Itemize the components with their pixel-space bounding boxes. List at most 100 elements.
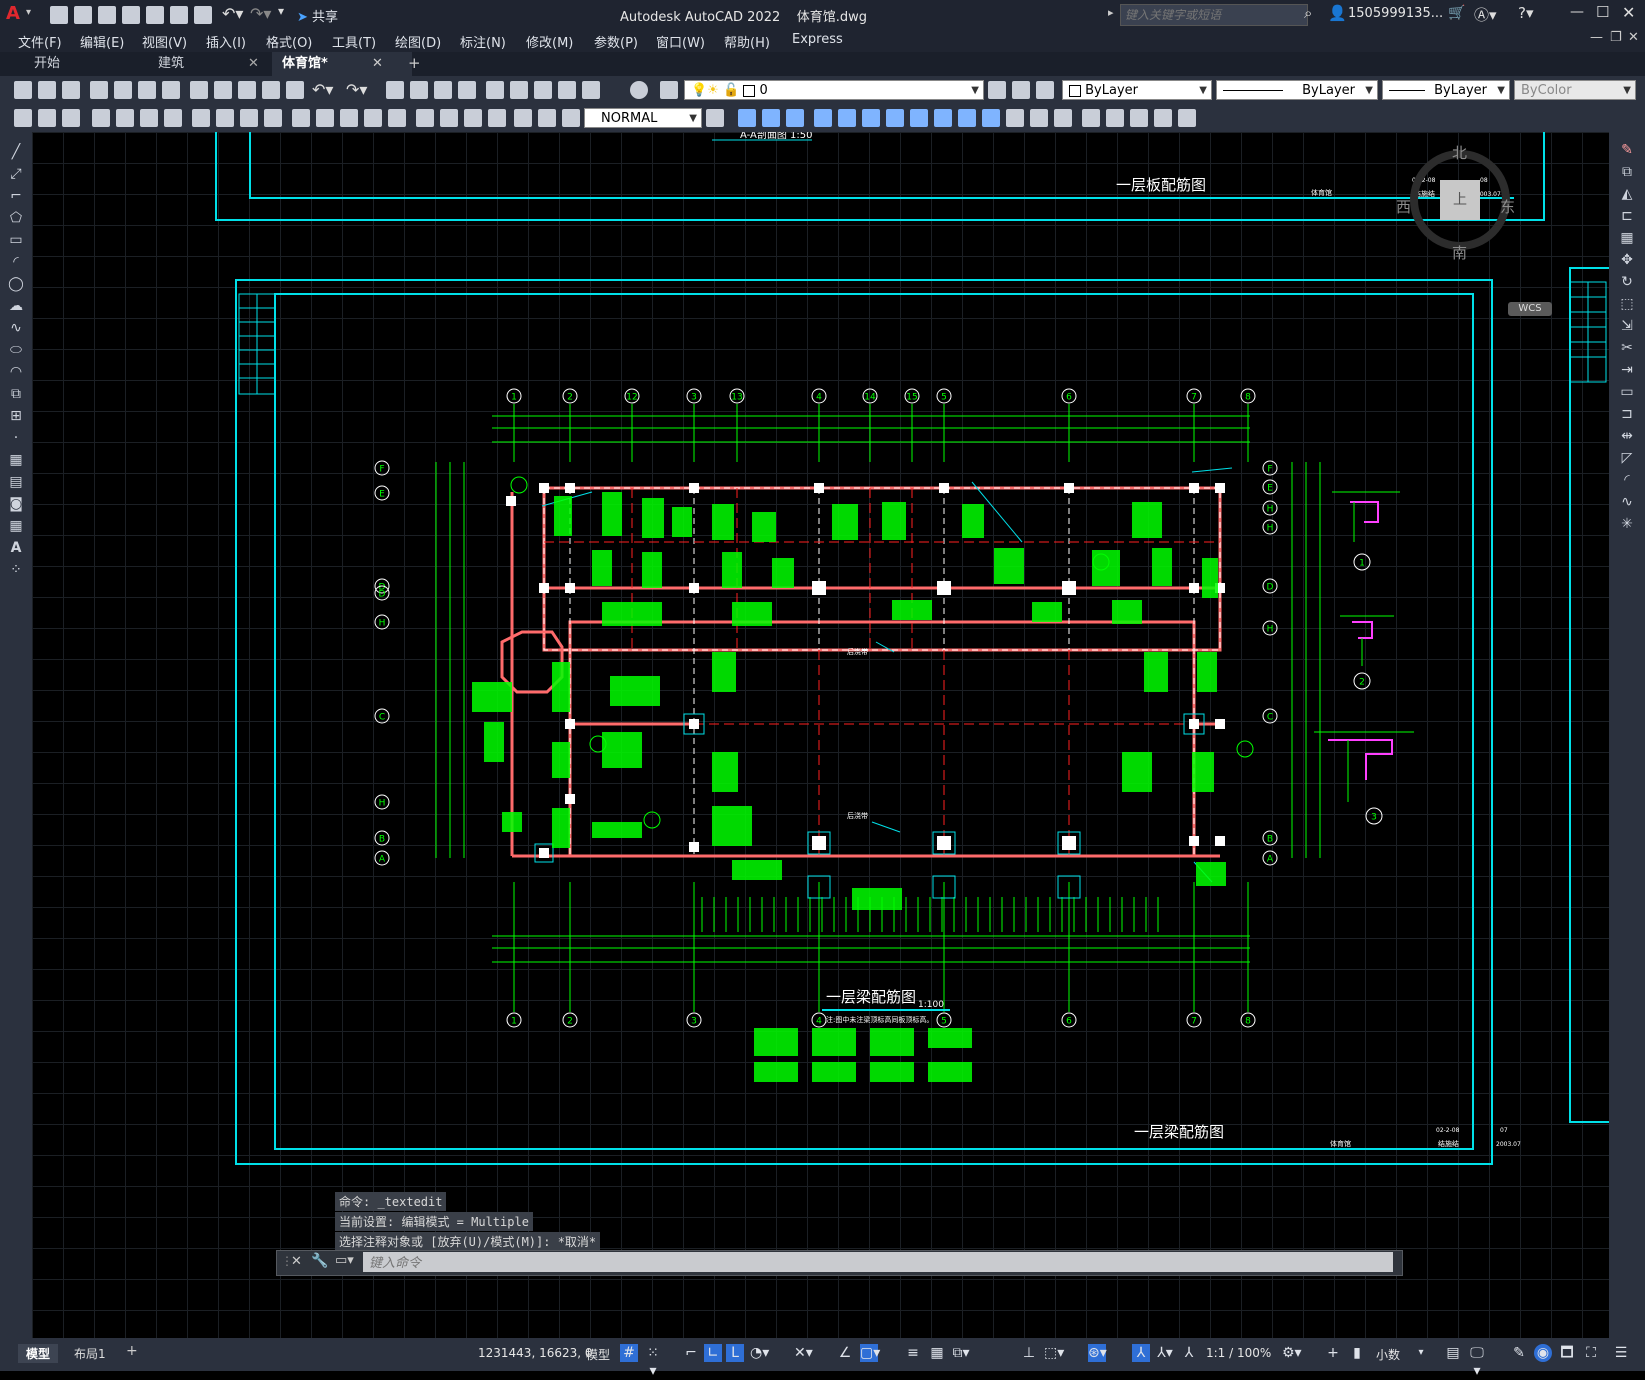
- menu-help[interactable]: 帮助(H): [724, 32, 770, 51]
- move-icon[interactable]: ✥: [1618, 252, 1636, 268]
- menu-file[interactable]: 文件(F): [18, 32, 62, 51]
- quick-properties-icon[interactable]: ▤: [1444, 1344, 1462, 1362]
- solid-6-icon[interactable]: [1130, 109, 1148, 127]
- 3d-print-icon[interactable]: [162, 81, 180, 99]
- chevron-down-icon[interactable]: ▾: [26, 7, 31, 18]
- redo-icon[interactable]: ↷▾: [250, 4, 271, 23]
- fillet-icon[interactable]: ◜: [1618, 472, 1636, 488]
- erase-icon[interactable]: ✎: [1618, 142, 1636, 158]
- arc-icon[interactable]: ◜: [7, 254, 25, 270]
- plot-icon[interactable]: [90, 81, 108, 99]
- close-icon[interactable]: ✕: [1622, 3, 1635, 22]
- compass-west[interactable]: 西: [1396, 196, 1411, 217]
- break-icon[interactable]: ⊐: [1618, 406, 1636, 422]
- new-file-icon[interactable]: [50, 6, 68, 24]
- ortho-icon[interactable]: ∟: [704, 1344, 722, 1362]
- viewcube-top-face[interactable]: 上: [1440, 180, 1480, 220]
- circle-icon[interactable]: ◯: [7, 276, 25, 292]
- extend-icon[interactable]: ⇥: [1618, 362, 1636, 378]
- construction-line-icon[interactable]: ⤢: [7, 166, 25, 182]
- workspace-gear-icon[interactable]: ⚙▾: [1282, 1344, 1302, 1362]
- chamfer-icon[interactable]: ◸: [1618, 450, 1636, 466]
- dim-space-icon[interactable]: [364, 109, 382, 127]
- undo-icon[interactable]: ↶▾: [222, 4, 243, 23]
- dim-text-edit-icon[interactable]: [538, 109, 556, 127]
- layer-dropdown[interactable]: 💡☀ 🔓 0 ▼: [684, 80, 984, 100]
- hatch-icon[interactable]: ▦: [7, 452, 25, 468]
- undo-icon[interactable]: ↶▾: [312, 80, 333, 99]
- customize-command-icon[interactable]: 🔧: [311, 1253, 328, 1269]
- solid-5-icon[interactable]: [1106, 109, 1124, 127]
- stretch-icon[interactable]: ⇲: [1618, 318, 1636, 334]
- units-chevron-icon[interactable]: ▾: [1412, 1344, 1430, 1362]
- dim-angular-icon[interactable]: [264, 109, 282, 127]
- menu-insert[interactable]: 插入(I): [206, 32, 246, 51]
- cart-icon[interactable]: 🛒: [1448, 5, 1465, 21]
- plot-preview-icon[interactable]: [114, 81, 132, 99]
- menu-dimension[interactable]: 标注(N): [460, 32, 506, 51]
- units-value[interactable]: 小数: [1376, 1346, 1400, 1363]
- array-icon[interactable]: ▦: [1618, 230, 1636, 246]
- inspect-icon[interactable]: [464, 109, 482, 127]
- dim-continue-icon[interactable]: [340, 109, 358, 127]
- object-snap-tracking-icon[interactable]: ∠: [836, 1344, 854, 1362]
- workspace-3-icon[interactable]: [62, 109, 80, 127]
- dim-baseline-icon[interactable]: [316, 109, 334, 127]
- 3d-osnap-icon[interactable]: ⊥: [1020, 1344, 1038, 1362]
- zoom-realtime-icon[interactable]: [410, 81, 428, 99]
- compass-east[interactable]: 东: [1500, 196, 1515, 217]
- polygon-icon[interactable]: ⬠: [7, 210, 25, 226]
- share-button[interactable]: ➤ 共享: [297, 6, 338, 25]
- annotation-monitor-icon[interactable]: +: [1324, 1344, 1342, 1362]
- publish-icon[interactable]: [138, 81, 156, 99]
- design-center-icon[interactable]: [510, 81, 528, 99]
- jogged-linear-icon[interactable]: [488, 109, 506, 127]
- mirror-icon[interactable]: ◭: [1618, 186, 1636, 202]
- user-name[interactable]: 1505999135...: [1348, 6, 1443, 21]
- tab-start[interactable]: 开始: [24, 52, 164, 76]
- customize-icon[interactable]: ▾: [278, 4, 284, 18]
- modify-2-icon[interactable]: [762, 109, 780, 127]
- match-prop-icon[interactable]: [262, 81, 280, 99]
- break-at-point-icon[interactable]: ▭: [1618, 384, 1636, 400]
- search-input[interactable]: [1120, 4, 1308, 26]
- compass-north[interactable]: 北: [1452, 142, 1467, 163]
- layer-previous-icon[interactable]: [1012, 81, 1030, 99]
- add-layout-icon[interactable]: +: [126, 1343, 138, 1359]
- tool-palettes-icon[interactable]: [534, 81, 552, 99]
- customization-icon[interactable]: ☰: [1612, 1344, 1630, 1362]
- menu-window[interactable]: 窗口(W): [656, 32, 705, 51]
- dim-arc-icon[interactable]: [140, 109, 158, 127]
- modify-3-icon[interactable]: [786, 109, 804, 127]
- layer-manager-icon[interactable]: [660, 81, 678, 99]
- model-space-toggle[interactable]: 模型: [586, 1346, 610, 1363]
- lineweight-icon[interactable]: ≡: [904, 1344, 922, 1362]
- close-command-icon[interactable]: ✕: [291, 1254, 302, 1269]
- search-chevron-icon[interactable]: ▸: [1108, 6, 1114, 19]
- table-icon[interactable]: ▦: [7, 518, 25, 534]
- annotation-visibility-icon[interactable]: ⅄: [1132, 1344, 1150, 1362]
- autocad-logo-icon[interactable]: A: [6, 4, 24, 24]
- revcloud-icon[interactable]: ☁: [7, 298, 25, 314]
- insert-block-icon[interactable]: ⧉: [7, 386, 25, 402]
- command-input[interactable]: [363, 1252, 1393, 1272]
- calculator-icon[interactable]: [582, 81, 600, 99]
- compass-south[interactable]: 南: [1452, 242, 1467, 263]
- menu-modify[interactable]: 修改(M): [526, 32, 573, 51]
- save-icon[interactable]: [98, 6, 116, 24]
- close-tab-icon[interactable]: ✕: [372, 52, 383, 76]
- add-selected-icon[interactable]: ⁘: [7, 562, 25, 578]
- solid-4-icon[interactable]: [1082, 109, 1100, 127]
- doc-close-icon[interactable]: ✕: [1628, 30, 1639, 45]
- redo-icon[interactable]: ↷▾: [346, 80, 367, 99]
- solid-2-icon[interactable]: [1030, 109, 1048, 127]
- user-icon[interactable]: 👤: [1328, 4, 1347, 22]
- wcs-menu[interactable]: WCS: [1508, 302, 1552, 316]
- autodesk-app-icon[interactable]: Ⓐ▾: [1474, 4, 1497, 25]
- transparency-icon[interactable]: ▦: [928, 1344, 946, 1362]
- isodraft-icon[interactable]: ✕▾: [794, 1344, 813, 1362]
- line-icon[interactable]: ╱: [7, 144, 25, 160]
- cut-icon[interactable]: [190, 81, 208, 99]
- polar-icon[interactable]: ◔▾: [750, 1344, 769, 1362]
- polyline-icon[interactable]: ⌐: [7, 188, 25, 204]
